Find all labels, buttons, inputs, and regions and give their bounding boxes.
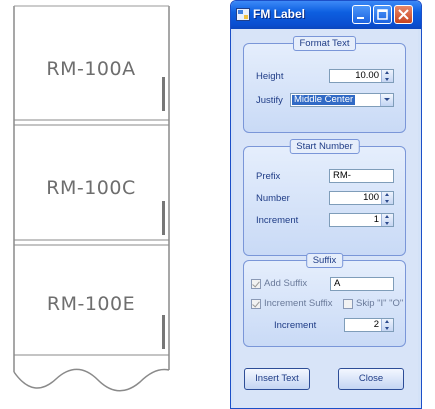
number-label: Number — [256, 193, 290, 204]
height-spinner[interactable]: 10.00 — [329, 69, 394, 83]
maximize-button[interactable] — [373, 5, 392, 24]
suffix-increment-spin-arrows-icon[interactable] — [381, 319, 393, 331]
add-suffix-checkbox[interactable] — [251, 279, 261, 289]
close-window-button[interactable] — [394, 5, 413, 24]
suffix-increment-spinner[interactable]: 2 — [344, 318, 394, 332]
height-value: 10.00 — [355, 70, 379, 81]
height-spin-arrows-icon[interactable] — [381, 70, 393, 82]
close-icon — [398, 9, 409, 20]
number-value: 100 — [363, 192, 379, 203]
chevron-down-icon[interactable] — [380, 94, 393, 106]
maximize-icon — [377, 9, 388, 20]
room-label-a: RM-100A — [46, 58, 135, 80]
prefix-input[interactable]: RM- — [329, 169, 394, 183]
add-suffix-label: Add Suffix — [264, 278, 308, 289]
app-icon — [236, 8, 250, 21]
suffix-input[interactable]: A — [330, 277, 394, 291]
minimize-button[interactable] — [352, 5, 371, 24]
title-bar[interactable]: FM Label — [231, 1, 421, 29]
justify-label: Justify — [256, 95, 283, 106]
suffix-legend: Suffix — [305, 253, 344, 268]
insert-text-button[interactable]: Insert Text — [244, 368, 310, 390]
format-text-group: Format Text Height 10.00 Justify Middle … — [243, 36, 406, 133]
suffix-value: A — [334, 278, 341, 289]
suffix-increment-value: 2 — [373, 319, 379, 330]
start-number-group: Start Number Prefix RM- Number 100 Incre… — [243, 139, 406, 256]
room-dividers — [14, 119, 169, 356]
prefix-value: RM- — [333, 170, 351, 181]
increment-label: Increment — [256, 215, 299, 226]
format-text-legend: Format Text — [292, 36, 357, 51]
suffix-increment-label: Increment — [274, 320, 317, 331]
room-label-c: RM-100C — [46, 177, 135, 199]
increment-spinner[interactable]: 1 — [329, 213, 394, 227]
dialog-client-area: Format Text Height 10.00 Justify Middle … — [234, 29, 418, 408]
start-number-legend: Start Number — [289, 139, 360, 154]
floor-plan-drawing: RM-100A RM-100C RM-100E — [13, 5, 170, 392]
door-markers — [162, 77, 165, 349]
fm-label-dialog: FM Label Format Text Height 10.00 Justif… — [230, 0, 422, 409]
break-line — [13, 368, 170, 392]
suffix-group: Suffix Add Suffix A Increment Suffix Ski… — [243, 253, 406, 347]
justify-dropdown[interactable]: Middle Center — [290, 93, 394, 107]
increment-spin-arrows-icon[interactable] — [381, 214, 393, 226]
skip-io-label: Skip "I" "O" — [356, 298, 404, 309]
increment-value: 1 — [373, 214, 379, 225]
increment-suffix-checkbox[interactable] — [251, 299, 261, 309]
window-title: FM Label — [253, 7, 306, 21]
close-button[interactable]: Close — [338, 368, 404, 390]
minimize-icon — [357, 17, 364, 19]
height-label: Height — [256, 71, 284, 82]
prefix-label: Prefix — [256, 171, 281, 182]
room-label-e: RM-100E — [47, 293, 135, 315]
increment-suffix-label: Increment Suffix — [264, 298, 333, 309]
number-spinner[interactable]: 100 — [329, 191, 394, 205]
skip-io-checkbox[interactable] — [343, 299, 353, 309]
justify-value: Middle Center — [292, 94, 356, 105]
number-spin-arrows-icon[interactable] — [381, 192, 393, 204]
